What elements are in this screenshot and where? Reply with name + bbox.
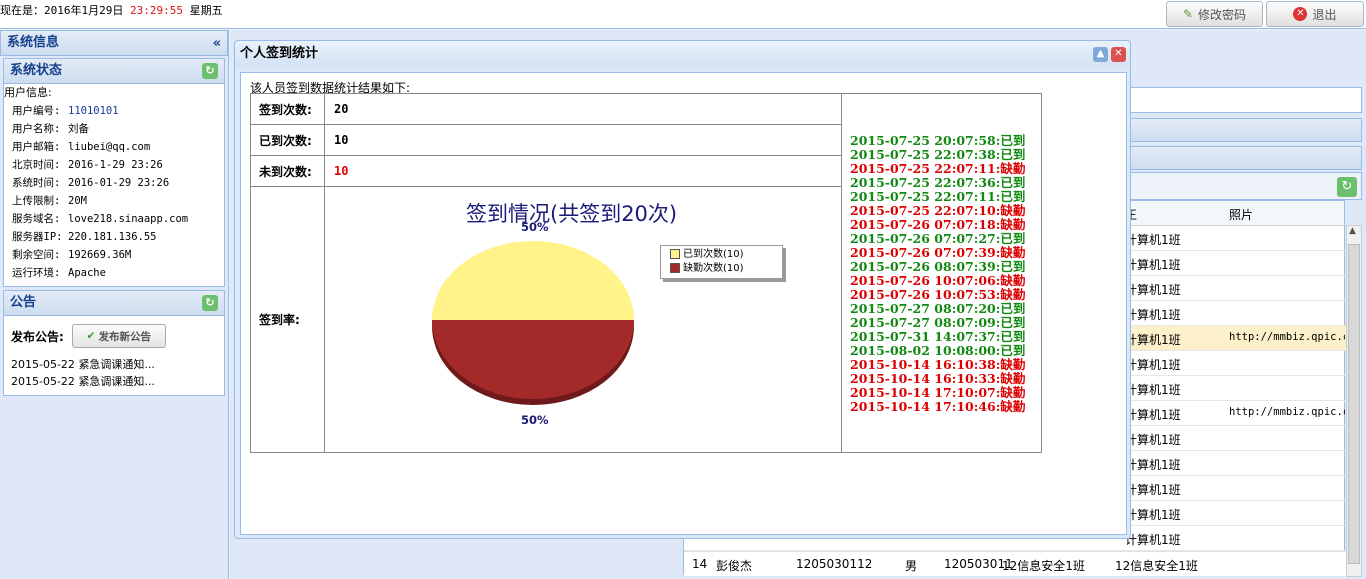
notice-item[interactable]: 2015-05-22 紧急调课通知... [4, 373, 224, 390]
system-status-header: 系统状态 ↻ [3, 58, 225, 84]
record-line: 2015-07-25 22:07:36:已到 [850, 175, 1026, 190]
current-time: 现在是：2016年1月29日 23:29:55 星期五 [0, 2, 223, 18]
record-line: 2015-07-25 22:07:38:已到 [850, 147, 1026, 162]
total-label: 签到次数: [250, 93, 325, 125]
record-line: 2015-07-31 14:07:37:已到 [850, 329, 1026, 344]
record-line: 2015-07-27 08:07:20:已到 [850, 301, 1026, 316]
refresh-icon[interactable]: ↻ [202, 295, 218, 311]
publish-button[interactable]: ✔ 发布新公告 [71, 324, 166, 348]
user-info-list: 用户信息: 用户编号: 11010101 用户名称: 刘备用户邮箱: liubei@qq… [3, 84, 225, 287]
absent-label: 未到次数: [250, 155, 325, 187]
publish-label: 发布公告: [11, 329, 64, 344]
record-line: 2015-07-26 08:07:39:已到 [850, 259, 1026, 274]
sign-in-records: 2015-07-25 20:07:58:已到 2015-07-25 22:07:3… [850, 134, 1025, 414]
legend-swatch [670, 249, 680, 259]
record-line: 2015-07-25 20:07:58:已到 [850, 133, 1026, 148]
grid-scrollbar[interactable]: ▲ [1346, 225, 1362, 577]
info-row: 运行环境: Apache [12, 267, 106, 279]
record-line: 2015-07-27 08:07:09:已到 [850, 315, 1026, 330]
info-row: 上传限制: 20M [12, 195, 87, 207]
chart-legend: 已到次数(10) 缺勤次数(10) [660, 245, 783, 279]
record-line: 2015-10-14 16:10:33:缺勤 [850, 371, 1026, 386]
left-panel: 系统信息 « 系统状态 ↻ 用户信息: 用户编号: 11010101 用户名称: 刘备… [0, 30, 229, 579]
absent-value: 10 [324, 155, 842, 187]
notice-item[interactable]: 2015-05-22 紧急调课通知... [4, 356, 224, 373]
table-row[interactable]: 14 彭俊杰 1205030112 男 120503011 12信息安全1班 1… [684, 551, 1346, 576]
record-line: 2015-10-14 17:10:07:缺勤 [850, 385, 1026, 400]
change-password-button[interactable]: ✎ 修改密码 [1166, 1, 1263, 27]
legend-item-absent: 缺勤次数(10) [670, 263, 744, 275]
record-line: 2015-07-25 22:07:10:缺勤 [850, 203, 1026, 218]
pie-label-top: 50% [521, 220, 549, 234]
pie-slice-0 [432, 241, 634, 320]
refresh-icon[interactable]: ↻ [1337, 177, 1357, 197]
date-text: 现在是：2016年1月29日 [0, 4, 124, 17]
present-value: 10 [324, 124, 842, 156]
check-icon: ✔ [86, 330, 96, 342]
pie-label-bottom: 50% [521, 413, 549, 427]
present-label: 已到次数: [250, 124, 325, 156]
record-line: 2015-10-14 17:10:46:缺勤 [850, 399, 1026, 414]
dialog-title: 个人签到统计 [240, 46, 319, 61]
refresh-icon[interactable]: ↻ [202, 63, 218, 79]
info-row: 用户邮箱: liubei@qq.com [12, 141, 151, 153]
info-row: 北京时间: 2016-1-29 23:26 [12, 159, 163, 171]
dialog-title-bar[interactable]: 个人签到统计 [235, 41, 1130, 67]
record-line: 2015-07-25 22:07:11:缺勤 [850, 161, 1026, 176]
toolbar-fragment [1130, 146, 1362, 170]
pencil-icon: ✎ [1182, 7, 1194, 21]
scrollbar-thumb[interactable] [1348, 244, 1360, 564]
legend-swatch [670, 263, 680, 273]
panel-header-fragment [1130, 118, 1362, 142]
top-bar: 现在是：2016年1月29日 23:29:55 星期五 ✎ 修改密码 ✕ 退出 [0, 0, 1366, 29]
pie-chart [432, 241, 634, 405]
user-info-title: 用户信息: [4, 86, 52, 99]
info-row: 剩余空间: 192669.36M [12, 249, 132, 261]
record-line: 2015-07-26 07:07:18:缺勤 [850, 217, 1026, 232]
record-line: 2015-07-26 10:07:53:缺勤 [850, 287, 1026, 302]
logout-button[interactable]: ✕ 退出 [1266, 1, 1364, 27]
total-value: 20 [324, 93, 842, 125]
pie-slice-1 [432, 320, 634, 399]
record-line: 2015-08-02 10:08:00:已到 [850, 343, 1026, 358]
record-line: 2015-07-26 10:07:06:缺勤 [850, 273, 1026, 288]
time-text: 23:29:55 [129, 4, 183, 17]
info-row: 用户名称: 刘备 [12, 123, 89, 135]
search-bar-fragment [1130, 87, 1362, 113]
announcement-header: 公告 ↻ [3, 290, 225, 316]
grid-toolbar: ↻ [1130, 172, 1362, 200]
legend-item-present: 已到次数(10) [670, 249, 744, 261]
chart-title: 签到情况(共签到20次) [466, 202, 678, 226]
info-row: 系统时间: 2016-01-29 23:26 [12, 177, 170, 189]
column-header-photo: 照片 [1229, 208, 1254, 222]
info-row: 服务器IP: 220.181.136.55 [12, 231, 157, 243]
close-circle-icon: ✕ [1293, 7, 1308, 21]
scroll-up-icon[interactable]: ▲ [1349, 226, 1356, 236]
record-line: 2015-07-25 22:07:11:已到 [850, 189, 1026, 204]
announcement-panel: 发布公告: ✔ 发布新公告 2015-05-22 紧急调课通知... 2015-0… [3, 316, 225, 396]
info-row: 服务域名: love218.sinaapp.com [12, 213, 189, 225]
record-line: 2015-10-14 16:10:38:缺勤 [850, 357, 1026, 372]
weekday-text: 星期五 [189, 4, 223, 17]
close-icon[interactable]: ✕ [1111, 47, 1126, 62]
rate-label: 签到率: [250, 186, 325, 453]
record-line: 2015-07-26 07:07:27:已到 [850, 231, 1026, 246]
info-row: 用户编号: 11010101 [12, 105, 119, 117]
minimize-icon[interactable]: ▲ [1093, 47, 1108, 62]
collapse-icon[interactable]: « [213, 32, 221, 56]
record-line: 2015-07-26 07:07:39:缺勤 [850, 245, 1026, 260]
system-info-header: 系统信息 « [0, 30, 228, 56]
